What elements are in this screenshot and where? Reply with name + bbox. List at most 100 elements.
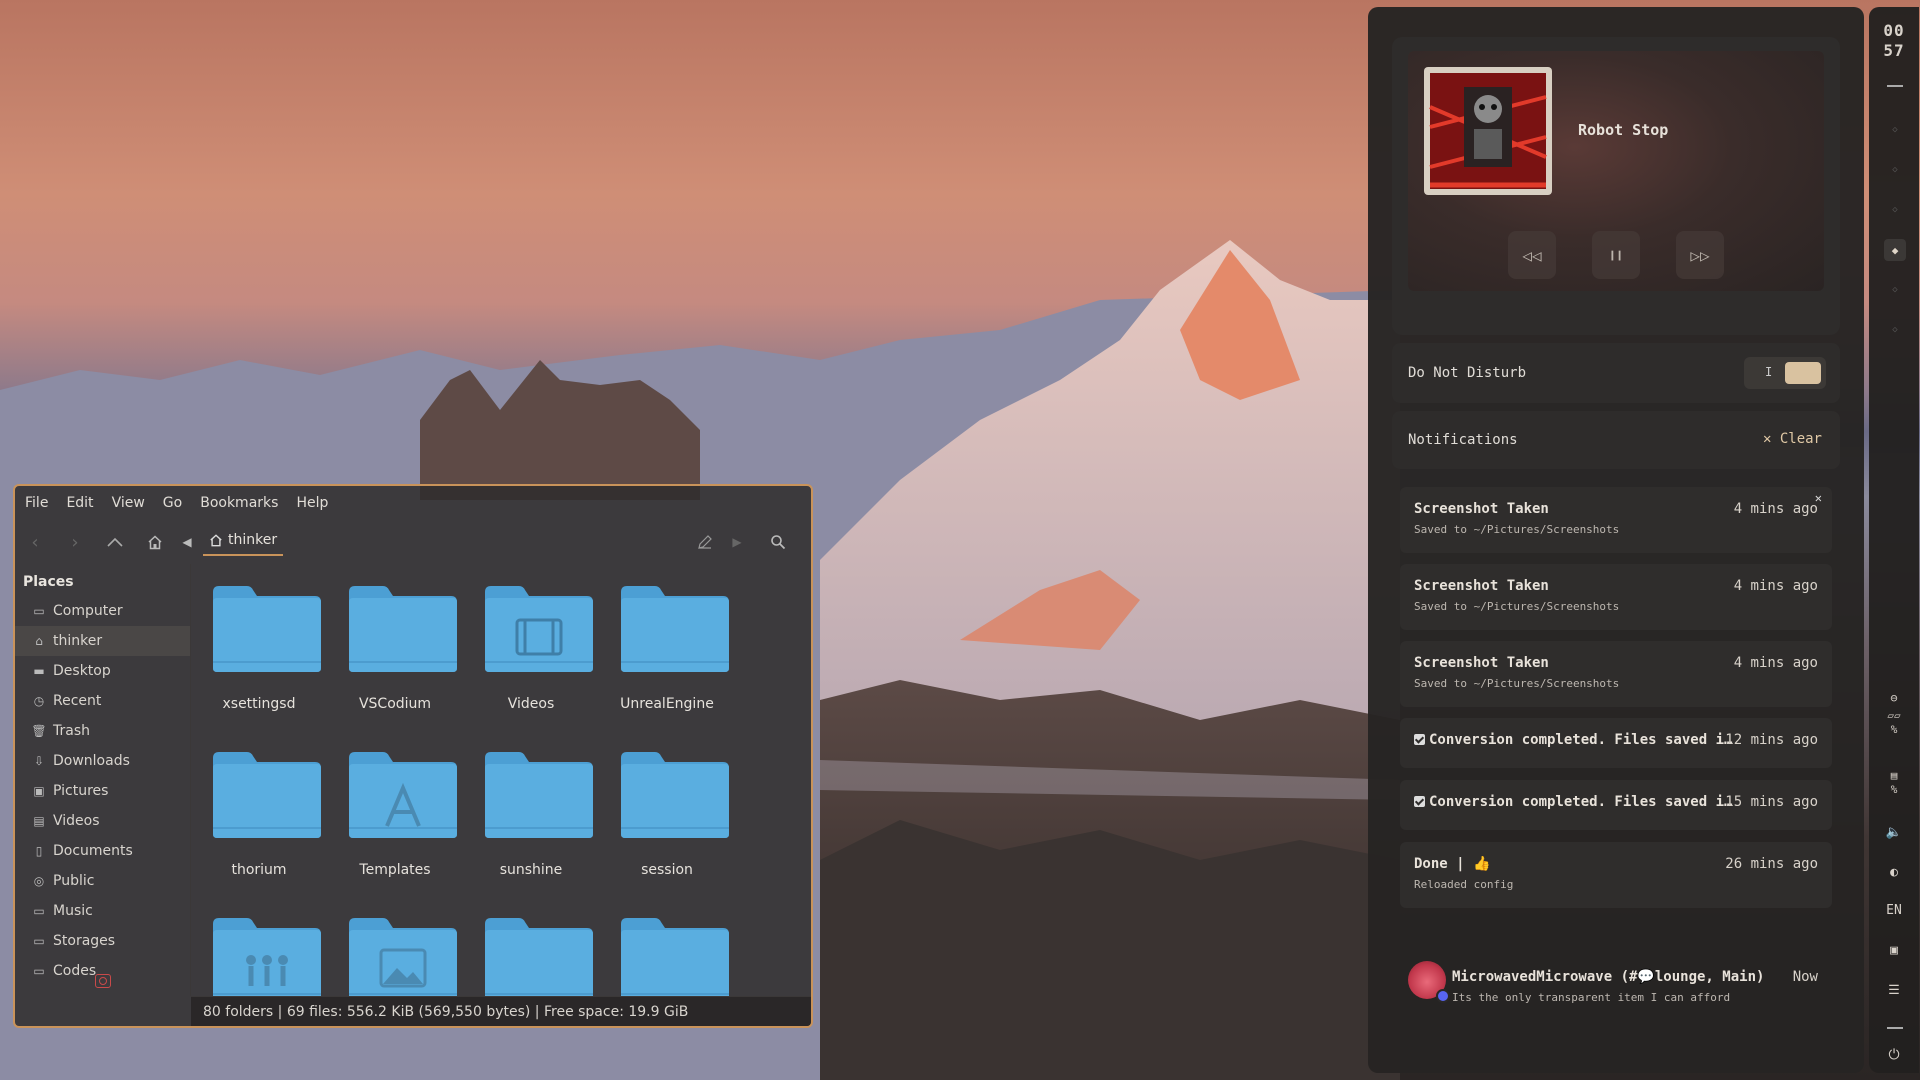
film-icon: ▤ xyxy=(33,814,45,828)
notification-item[interactable]: ✕ Screenshot Taken Saved to ~/Pictures/S… xyxy=(1400,487,1832,553)
sidebar-item-music[interactable]: ▭ Music xyxy=(15,896,190,926)
notification-title: Conversion completed. Files saved i… xyxy=(1414,732,1732,748)
folder-item[interactable] xyxy=(191,904,327,996)
sidebar-item-videos[interactable]: ▤ Videos xyxy=(15,806,190,836)
search-icon xyxy=(771,535,786,550)
home-button[interactable] xyxy=(135,525,175,559)
share-icon: ◎ xyxy=(33,874,45,888)
notification-item[interactable]: Done | 👍 Reloaded config 26 mins ago xyxy=(1400,842,1832,908)
folder-item[interactable]: Templates xyxy=(327,738,463,888)
edit-path-button[interactable] xyxy=(689,525,721,559)
notification-time: Now xyxy=(1792,969,1818,985)
notification-title: Conversion completed. Files saved i… xyxy=(1414,794,1732,810)
path-label: thinker xyxy=(228,532,278,548)
workspace-6-indicator[interactable]: ◇ xyxy=(1884,319,1906,341)
sidebar-item-pictures[interactable]: ▣ Pictures xyxy=(15,776,190,806)
trash-icon: 🗑 xyxy=(31,724,47,738)
folder-name: session xyxy=(641,862,693,878)
notification-item[interactable]: Screenshot Taken Saved to ~/Pictures/Scr… xyxy=(1400,564,1832,630)
menu-file[interactable]: File xyxy=(25,495,48,511)
notification-item[interactable]: Conversion completed. Files saved i… 12 … xyxy=(1400,718,1832,768)
notification-item[interactable]: Screenshot Taken Saved to ~/Pictures/Scr… xyxy=(1400,641,1832,707)
list-icon[interactable]: ☰ xyxy=(1869,983,1919,998)
toggle-knob xyxy=(1785,362,1821,384)
path-button-home[interactable]: thinker xyxy=(203,528,284,556)
power-icon[interactable]: ⏻ xyxy=(1869,1047,1919,1063)
menu-bookmarks[interactable]: Bookmarks xyxy=(200,495,278,511)
up-button[interactable] xyxy=(95,525,135,559)
system-tray-icon[interactable]: ⊖ xyxy=(1869,691,1919,705)
next-track-button[interactable]: ▷▷ xyxy=(1676,231,1724,279)
clear-notifications-button[interactable]: ✕ Clear xyxy=(1763,431,1822,447)
notification-body: Its the only transparent item I can affo… xyxy=(1452,991,1731,1004)
album-cover xyxy=(1424,67,1552,195)
menu-view[interactable]: View xyxy=(112,495,145,511)
menu-help[interactable]: Help xyxy=(296,495,328,511)
status-bar: 80 folders | 69 files: 556.2 KiB (569,55… xyxy=(191,996,811,1026)
sidebar-item-label: Music xyxy=(53,903,93,919)
back-button[interactable]: ‹ xyxy=(15,525,55,559)
memory-stats-icon[interactable]: ▤% xyxy=(1869,769,1919,797)
notifications-title: Notifications xyxy=(1408,432,1518,448)
path-scroll-left-button[interactable]: ◀ xyxy=(175,525,199,559)
folder-item[interactable] xyxy=(599,904,735,996)
screenshot-icon[interactable]: ▣ xyxy=(1869,943,1919,958)
notification-item[interactable]: Conversion completed. Files saved i… 15 … xyxy=(1400,780,1832,830)
sidebar-item-public[interactable]: ◎ Public xyxy=(15,866,190,896)
previous-track-button[interactable]: ◁◁ xyxy=(1508,231,1556,279)
folder-item[interactable]: thorium xyxy=(191,738,327,888)
folder-item[interactable] xyxy=(327,904,463,996)
workspace-5-indicator[interactable]: ◇ xyxy=(1884,279,1906,301)
screen-record-icon[interactable] xyxy=(95,974,111,988)
pause-icon: ❙❙ xyxy=(1608,248,1624,262)
do-not-disturb-label: Do Not Disturb xyxy=(1408,365,1527,381)
notification-time: 4 mins ago xyxy=(1733,578,1818,594)
discord-notification[interactable]: MicrowavedMicrowave (#💬lounge, Main) Its… xyxy=(1400,937,1832,1023)
sidebar-item-storages[interactable]: ▭ Storages xyxy=(15,926,190,956)
volume-icon[interactable]: 🔈 xyxy=(1869,825,1919,840)
folder-item[interactable]: session xyxy=(599,738,735,888)
path-scroll-right-button[interactable]: ▶ xyxy=(725,525,749,559)
folder-item[interactable]: Videos xyxy=(463,572,599,722)
folder-item[interactable]: sunshine xyxy=(463,738,599,888)
clock-icon: ◷ xyxy=(33,694,45,708)
folder-name: Templates xyxy=(359,862,431,878)
sidebar-item-documents[interactable]: ▯ Documents xyxy=(15,836,190,866)
cpu-stats-icon[interactable]: ▱▱% xyxy=(1869,709,1919,737)
sidebar-item-downloads[interactable]: ⇩ Downloads xyxy=(15,746,190,776)
image-icon: ▣ xyxy=(33,784,45,798)
workspace-3-indicator[interactable]: ◇ xyxy=(1884,199,1906,221)
do-not-disturb-row: Do Not Disturb I xyxy=(1392,343,1840,403)
folder-item[interactable]: xsettingsd xyxy=(191,572,327,722)
sidebar-item-thinker[interactable]: ⌂ thinker xyxy=(15,626,190,656)
sidebar-item-label: Downloads xyxy=(53,753,130,769)
sidebar-item-trash[interactable]: 🗑 Trash xyxy=(15,716,190,746)
menu-go[interactable]: Go xyxy=(163,495,182,511)
folder-item[interactable]: UnrealEngine xyxy=(599,572,735,722)
clock[interactable]: 00 57 xyxy=(1869,21,1919,61)
triangle-right-icon: ▶ xyxy=(732,535,742,549)
folder-item[interactable]: VSCodium xyxy=(327,572,463,722)
sidebar-item-desktop[interactable]: ▬ Desktop xyxy=(15,656,190,686)
keyboard-layout-indicator[interactable]: EN xyxy=(1869,903,1919,918)
forward-button[interactable]: › xyxy=(55,525,95,559)
chevron-left-icon: ‹ xyxy=(31,531,39,553)
workspace-4-indicator[interactable]: ◆ xyxy=(1884,239,1906,261)
do-not-disturb-toggle[interactable]: I xyxy=(1744,357,1826,389)
workspace-2-indicator[interactable]: ◇ xyxy=(1884,159,1906,181)
pause-button[interactable]: ❙❙ xyxy=(1592,231,1640,279)
notification-title: Screenshot Taken xyxy=(1414,501,1549,517)
sidebar-item-computer[interactable]: ▭ Computer xyxy=(15,596,190,626)
menu-edit[interactable]: Edit xyxy=(66,495,93,511)
folder-icon xyxy=(213,918,321,996)
workspace-1-indicator[interactable]: ◇ xyxy=(1884,119,1906,141)
notification-bell-icon[interactable]: ◐ xyxy=(1869,865,1919,880)
chevron-right-icon: › xyxy=(71,531,79,553)
computer-icon: ▭ xyxy=(33,604,45,618)
folder-grid: xsettingsd VSCodium Videos UnrealEngine thor… xyxy=(191,564,811,996)
search-button[interactable] xyxy=(753,525,803,559)
fast-forward-icon: ▷▷ xyxy=(1690,245,1710,265)
folder-item[interactable] xyxy=(463,904,599,996)
clock-minutes: 57 xyxy=(1883,41,1905,60)
sidebar-item-recent[interactable]: ◷ Recent xyxy=(15,686,190,716)
